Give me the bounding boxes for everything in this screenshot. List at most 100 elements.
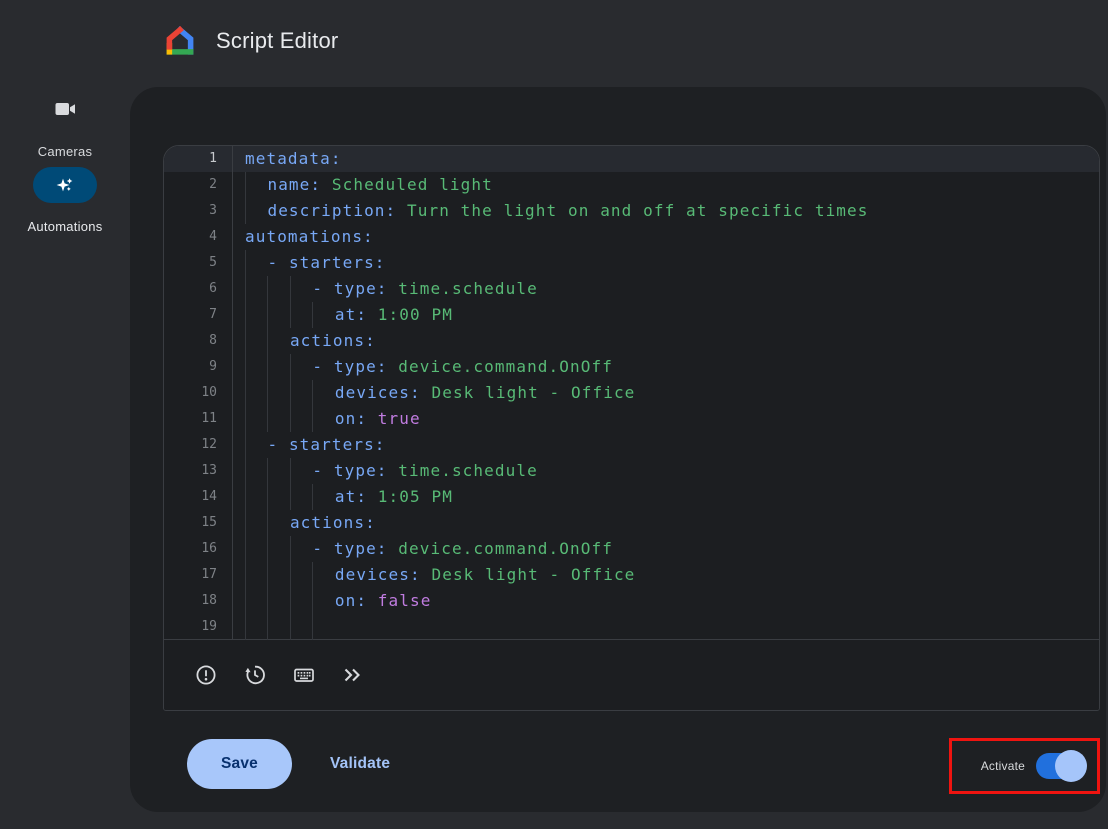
page-title: Script Editor xyxy=(216,28,338,54)
code-line[interactable]: 3 description: Turn the light on and off… xyxy=(164,198,1099,224)
indent-guide xyxy=(245,588,267,614)
validate-button[interactable]: Validate xyxy=(316,739,404,789)
indent-guide xyxy=(245,406,267,432)
code-text: name: Scheduled light xyxy=(233,172,1099,198)
sidebar-item-label: Automations xyxy=(0,219,130,234)
code-line[interactable]: 7 at: 1:00 PM xyxy=(164,302,1099,328)
line-number: 1 xyxy=(164,146,233,172)
line-number: 18 xyxy=(164,588,233,614)
line-number: 6 xyxy=(164,276,233,302)
line-number: 12 xyxy=(164,432,233,458)
indent-guide xyxy=(245,614,267,640)
indent-guide xyxy=(245,510,267,536)
code-text: description: Turn the light on and off a… xyxy=(233,198,1099,224)
line-number: 5 xyxy=(164,250,233,276)
sidebar-item-cameras[interactable]: Cameras xyxy=(0,97,130,159)
indent-guide xyxy=(312,380,334,406)
indent-guide xyxy=(290,354,312,380)
indent-guide xyxy=(312,562,334,588)
code-line[interactable]: 18 on: false xyxy=(164,588,1099,614)
line-number: 4 xyxy=(164,224,233,250)
history-icon[interactable] xyxy=(243,663,267,687)
code-line[interactable]: 16 - type: device.command.OnOff xyxy=(164,536,1099,562)
double-chevron-icon[interactable] xyxy=(341,663,365,687)
video-camera-icon xyxy=(53,97,77,121)
code-text: automations: xyxy=(233,224,1099,250)
code-text: actions: xyxy=(233,510,1099,536)
code-text xyxy=(233,614,1099,640)
save-button[interactable]: Save xyxy=(187,739,292,789)
line-number: 8 xyxy=(164,328,233,354)
code-line[interactable]: 15 actions: xyxy=(164,510,1099,536)
indent-guide xyxy=(290,484,312,510)
indent-guide xyxy=(312,614,334,640)
code-line[interactable]: 11 on: true xyxy=(164,406,1099,432)
indent-guide xyxy=(267,458,289,484)
script-editor-panel: 1metadata:2 name: Scheduled light3 descr… xyxy=(163,145,1100,711)
code-line[interactable]: 1metadata: xyxy=(164,146,1099,172)
line-number: 16 xyxy=(164,536,233,562)
keyboard-icon[interactable] xyxy=(292,663,316,687)
code-line[interactable]: 10 devices: Desk light - Office xyxy=(164,380,1099,406)
activate-toggle[interactable] xyxy=(1036,753,1084,779)
indent-guide xyxy=(267,614,289,640)
code-line[interactable]: 6 - type: time.schedule xyxy=(164,276,1099,302)
code-text: - starters: xyxy=(233,250,1099,276)
indent-guide xyxy=(245,562,267,588)
editor-toolbar xyxy=(164,640,1099,710)
sidebar-item-automations[interactable]: Automations xyxy=(0,167,130,234)
indent-guide xyxy=(290,380,312,406)
indent-guide xyxy=(245,484,267,510)
code-line[interactable]: 9 - type: device.command.OnOff xyxy=(164,354,1099,380)
code-line[interactable]: 5 - starters: xyxy=(164,250,1099,276)
line-number: 14 xyxy=(164,484,233,510)
indent-guide xyxy=(245,328,267,354)
indent-guide xyxy=(245,458,267,484)
indent-guide xyxy=(267,588,289,614)
line-number: 3 xyxy=(164,198,233,224)
code-text: metadata: xyxy=(233,146,1099,172)
code-text: - starters: xyxy=(233,432,1099,458)
code-text: actions: xyxy=(233,328,1099,354)
line-number: 10 xyxy=(164,380,233,406)
indent-guide xyxy=(312,406,334,432)
code-line[interactable]: 12 - starters: xyxy=(164,432,1099,458)
code-text: - type: time.schedule xyxy=(233,276,1099,302)
code-text: on: false xyxy=(233,588,1099,614)
indent-guide xyxy=(267,328,289,354)
line-number: 9 xyxy=(164,354,233,380)
code-line[interactable]: 19 xyxy=(164,614,1099,640)
annotation-red-box: Activate xyxy=(949,738,1100,794)
indent-guide xyxy=(267,276,289,302)
code-line[interactable]: 14 at: 1:05 PM xyxy=(164,484,1099,510)
indent-guide xyxy=(267,302,289,328)
code-line[interactable]: 4automations: xyxy=(164,224,1099,250)
code-text: at: 1:05 PM xyxy=(233,484,1099,510)
line-number: 17 xyxy=(164,562,233,588)
indent-guide xyxy=(245,198,267,224)
line-number: 19 xyxy=(164,614,233,640)
line-number: 13 xyxy=(164,458,233,484)
code-text: devices: Desk light - Office xyxy=(233,380,1099,406)
indent-guide xyxy=(267,562,289,588)
code-line[interactable]: 2 name: Scheduled light xyxy=(164,172,1099,198)
google-home-logo-icon xyxy=(163,24,197,58)
activate-label: Activate xyxy=(981,759,1025,773)
indent-guide xyxy=(312,588,334,614)
indent-guide xyxy=(290,588,312,614)
indent-guide xyxy=(290,406,312,432)
code-area[interactable]: 1metadata:2 name: Scheduled light3 descr… xyxy=(164,146,1099,640)
indent-guide xyxy=(290,614,312,640)
indent-guide xyxy=(290,276,312,302)
code-text: - type: device.command.OnOff xyxy=(233,354,1099,380)
indent-guide xyxy=(245,432,267,458)
indent-guide xyxy=(267,510,289,536)
indent-guide xyxy=(312,302,334,328)
code-line[interactable]: 8 actions: xyxy=(164,328,1099,354)
indent-guide xyxy=(267,380,289,406)
code-text: devices: Desk light - Office xyxy=(233,562,1099,588)
code-text: on: true xyxy=(233,406,1099,432)
code-line[interactable]: 13 - type: time.schedule xyxy=(164,458,1099,484)
code-line[interactable]: 17 devices: Desk light - Office xyxy=(164,562,1099,588)
error-icon[interactable] xyxy=(194,663,218,687)
